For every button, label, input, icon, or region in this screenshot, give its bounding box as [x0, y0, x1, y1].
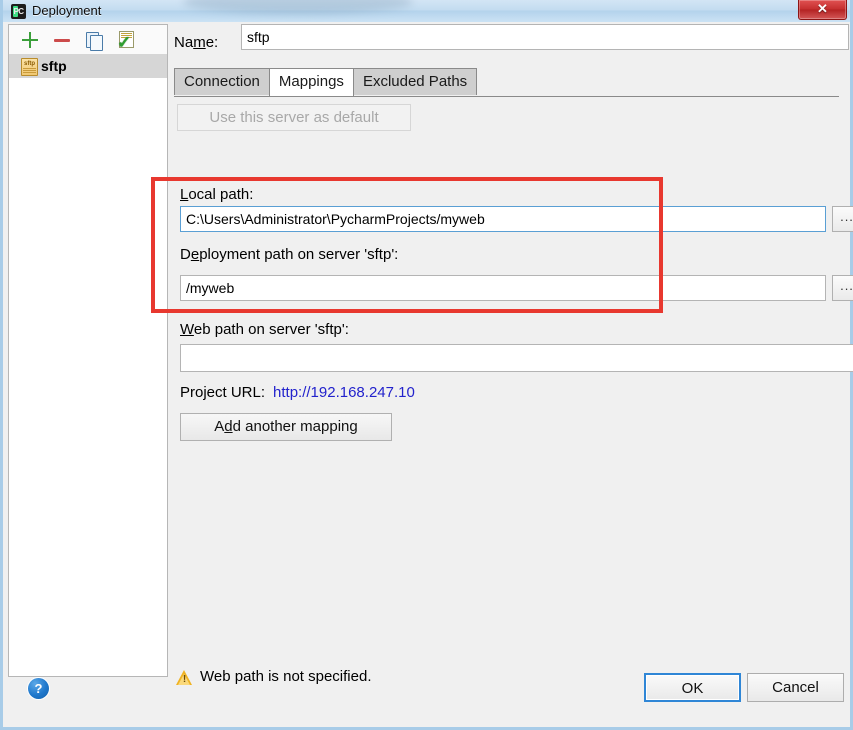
close-icon: ✕ [817, 1, 828, 16]
deployment-path-label: Deployment path on server 'sftp': [180, 246, 399, 263]
project-url-row: Project URL: http://192.168.247.10 [180, 384, 415, 401]
pycharm-icon: PC [11, 4, 26, 19]
title-bar: PC Deployment ✕ [3, 0, 850, 22]
server-list: sftp [9, 54, 167, 676]
add-another-mapping-button[interactable]: Add another mapping [180, 413, 392, 441]
copy-icon[interactable] [83, 29, 105, 51]
sftp-file-icon [21, 58, 38, 76]
settings-tabs: Connection Mappings Excluded Paths [174, 68, 839, 97]
cancel-button[interactable]: Cancel [747, 673, 844, 702]
web-path-input[interactable] [180, 344, 853, 372]
server-list-toolbar: ✓ [9, 25, 167, 55]
use-this-server-as-default-button: Use this server as default [177, 104, 411, 131]
list-item[interactable]: sftp [9, 54, 167, 78]
web-path-label: Web path on server 'sftp': [180, 321, 349, 338]
tab-excluded-paths[interactable]: Excluded Paths [352, 68, 478, 95]
mappings-pane: Use this server as default Local path: .… [174, 96, 853, 667]
checkmark-glyph: ✓ [117, 33, 132, 52]
plus-icon[interactable] [19, 29, 41, 51]
tab-connection[interactable]: Connection [174, 68, 270, 95]
local-path-browse-button[interactable]: ... [832, 206, 853, 232]
minus-icon[interactable] [51, 29, 73, 51]
warning-exclamation: ! [182, 673, 187, 685]
name-row: Name: [174, 34, 218, 51]
project-url-label: Project URL: [180, 384, 266, 401]
project-url-link[interactable]: http://192.168.247.10 [273, 384, 415, 401]
name-label: Name: [174, 34, 219, 51]
dialog-footer: ? OK Cancel [6, 667, 847, 724]
dialog-content: ✓ sftp Name: Connection Mappings Exclu [6, 22, 853, 724]
close-button[interactable]: ✕ [798, 0, 847, 20]
server-list-panel: ✓ sftp [8, 24, 168, 677]
local-path-input[interactable] [180, 206, 826, 232]
server-name-label: sftp [41, 58, 67, 74]
help-icon[interactable]: ? [28, 678, 49, 699]
deployment-path-input[interactable] [180, 275, 826, 301]
name-input[interactable] [241, 24, 849, 50]
deployment-dialog-window: PC Deployment ✕ ✓ sftp sftp Name: sftp C… [0, 0, 853, 730]
local-path-label: Local path: [180, 186, 254, 203]
check-document-icon[interactable]: ✓ [115, 29, 137, 51]
deployment-path-browse-button[interactable]: ... [832, 275, 853, 301]
server-settings-panel: Name: Connection Mappings Excluded Paths… [170, 24, 853, 667]
tab-mappings[interactable]: Mappings [268, 68, 354, 96]
ok-button[interactable]: OK [644, 673, 741, 702]
window-title: Deployment [32, 3, 102, 18]
copy-page-front [90, 35, 103, 51]
